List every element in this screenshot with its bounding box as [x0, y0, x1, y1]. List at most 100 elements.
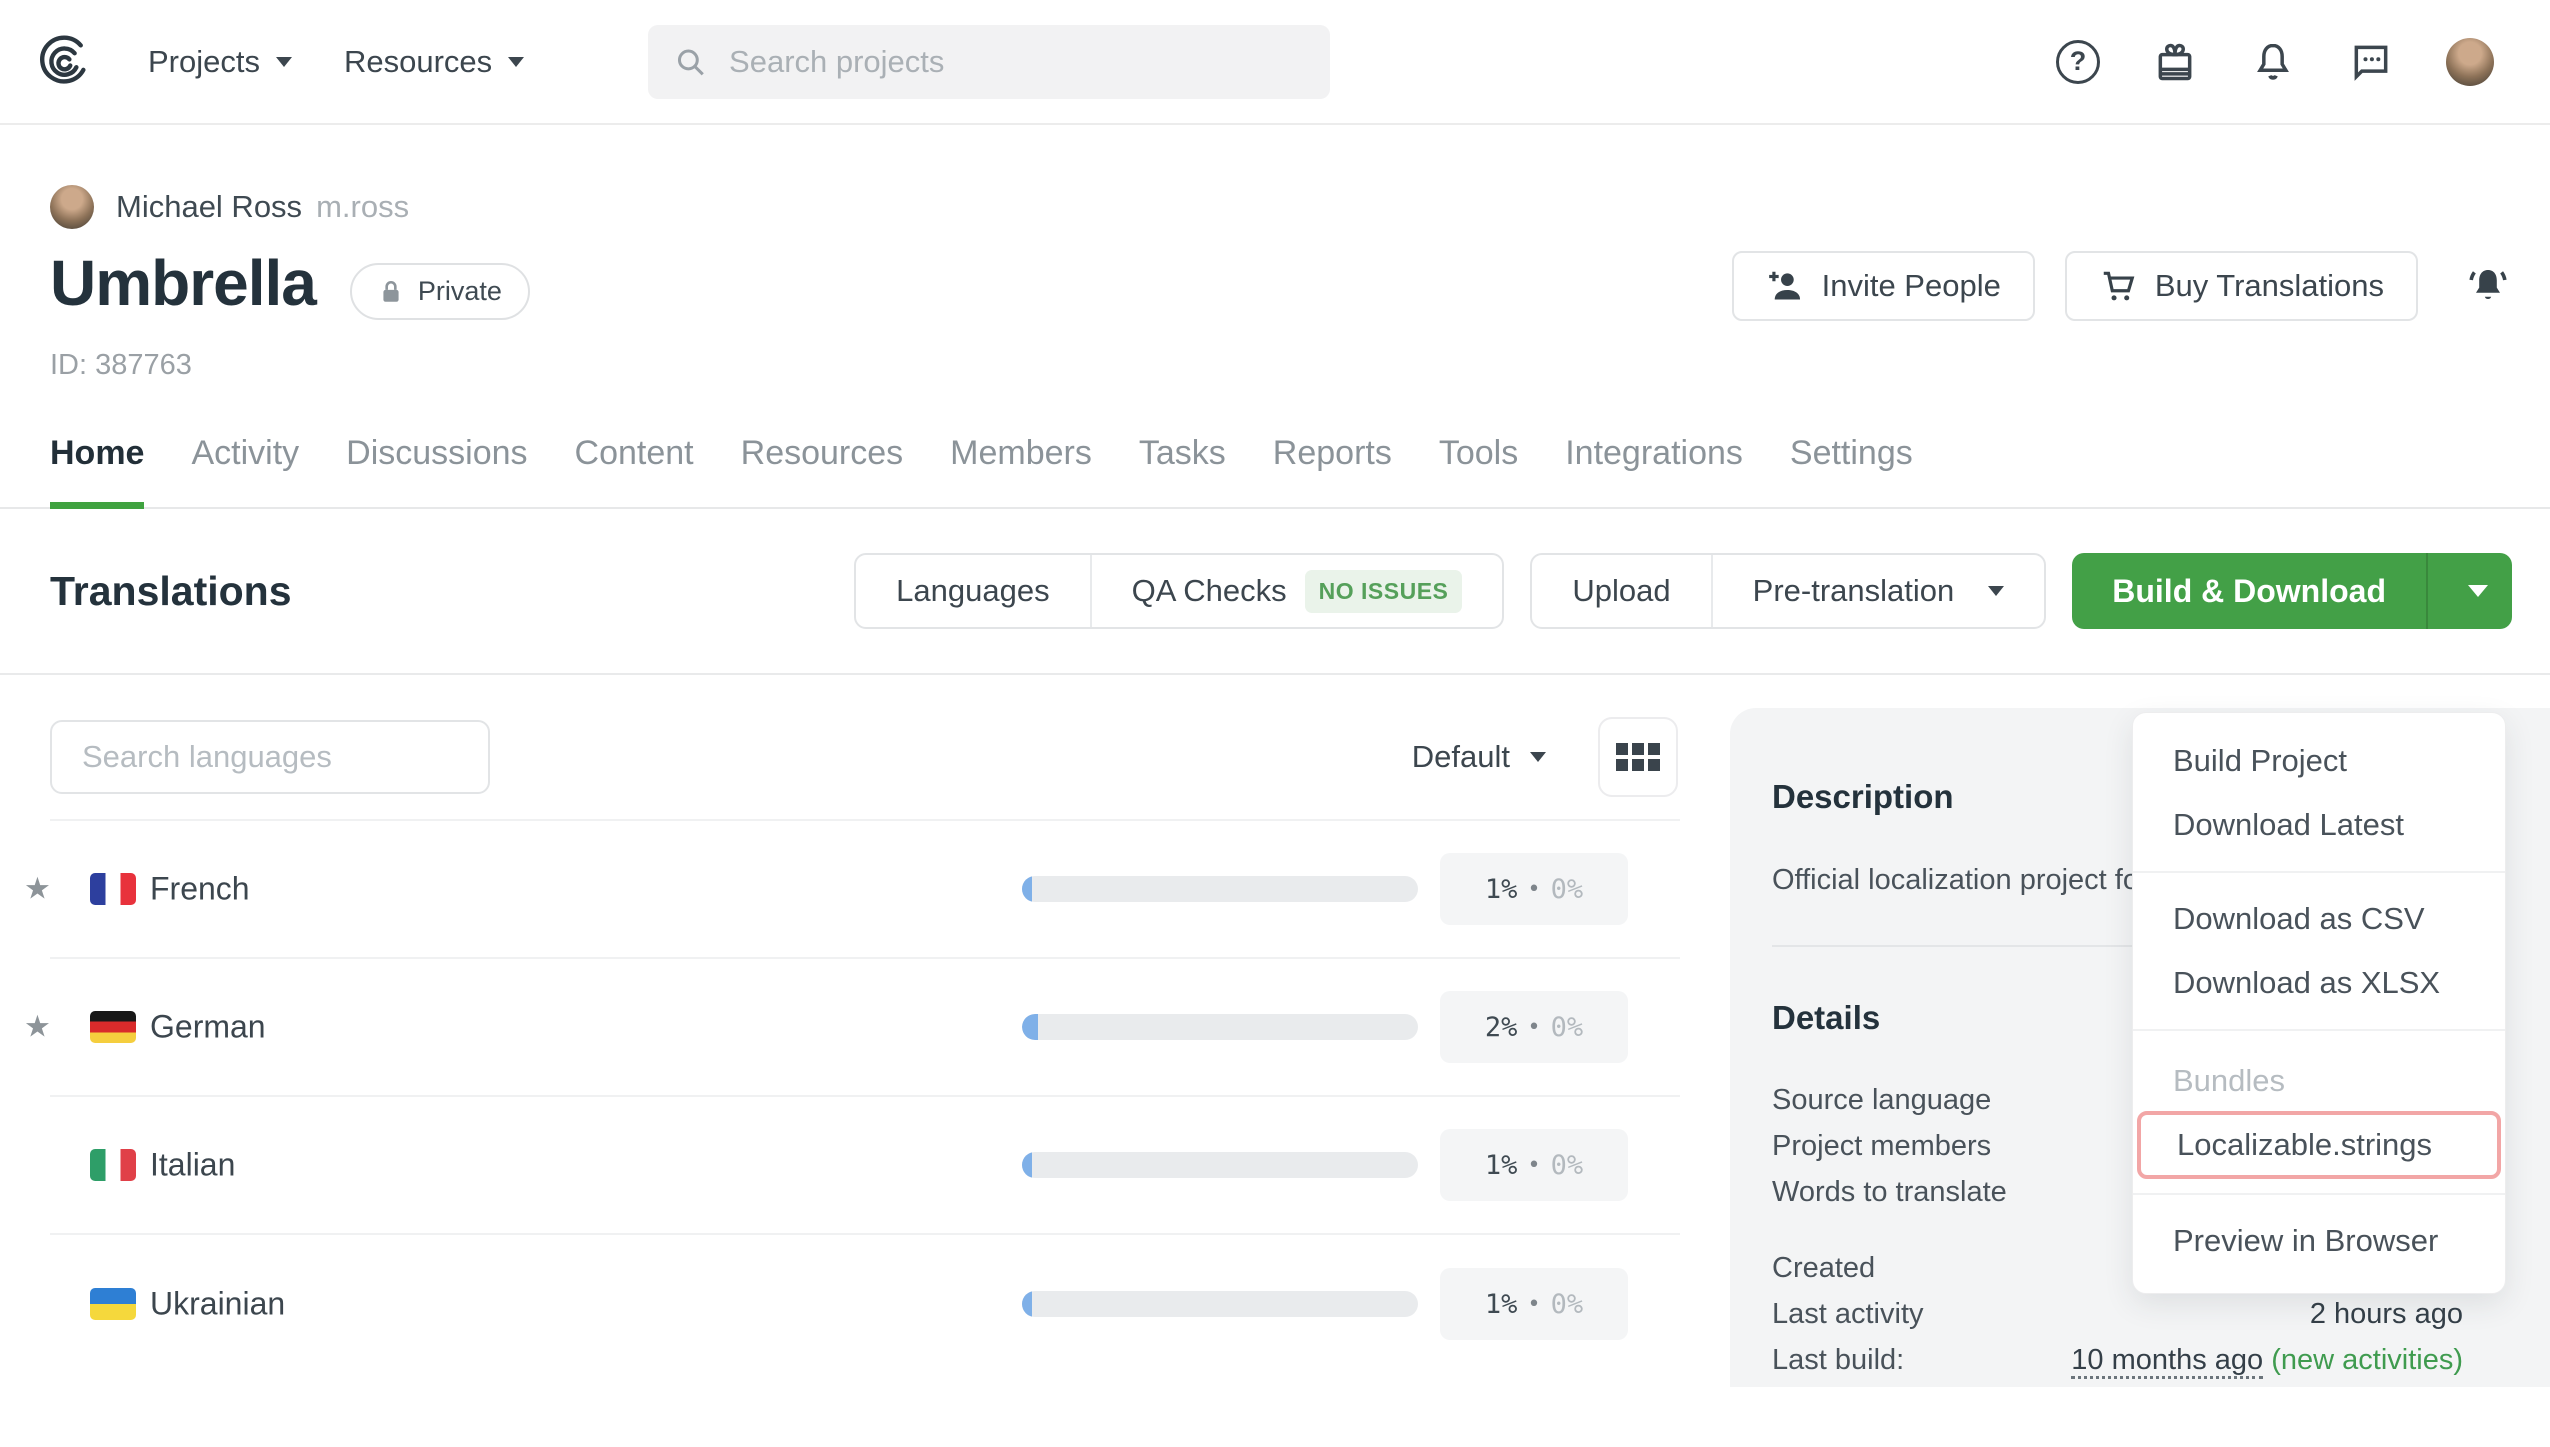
buy-translations-button[interactable]: Buy Translations [2065, 251, 2418, 321]
upload-button[interactable]: Upload [1532, 555, 1710, 627]
bell-icon[interactable] [2250, 39, 2296, 85]
project-notifications-bell-icon[interactable] [2464, 262, 2512, 310]
language-row-german[interactable]: ★ German 2% • 0% [50, 959, 1680, 1097]
tab-reports[interactable]: Reports [1273, 434, 1392, 507]
detail-label: Project members [1772, 1123, 1991, 1169]
separator-dot: • [1527, 1292, 1540, 1317]
progress-fill [1022, 1291, 1032, 1317]
tab-discussions[interactable]: Discussions [346, 434, 527, 507]
upload-label: Upload [1572, 573, 1670, 609]
nav-icons: ? [2056, 38, 2494, 86]
search-icon [674, 44, 707, 80]
tab-resources[interactable]: Resources [741, 434, 904, 507]
language-name[interactable]: French [150, 871, 250, 908]
star-icon[interactable]: ★ [24, 1010, 51, 1045]
translations-heading: Translations [50, 568, 292, 615]
global-search[interactable] [648, 25, 1330, 99]
tab-content[interactable]: Content [575, 434, 694, 507]
translated-percent: 1% [1485, 1150, 1518, 1181]
lock-icon [378, 279, 404, 305]
menu-item-localizable-strings[interactable]: Localizable.strings [2141, 1115, 2497, 1175]
menu-divider [2133, 1193, 2505, 1195]
tab-settings[interactable]: Settings [1790, 434, 1913, 507]
crowdin-project-page: Projects Resources ? [0, 0, 2550, 1447]
language-name[interactable]: Ukrainian [150, 1286, 285, 1323]
header-actions: Invite People Buy Translations [1732, 251, 2512, 321]
nav-resources-label: Resources [344, 44, 492, 80]
chevron-down-icon [1988, 586, 2004, 596]
build-and-download-label: Build & Download [2112, 573, 2386, 610]
detail-row-last-activity: Last activity 2 hours ago [1772, 1291, 2463, 1337]
privacy-badge: Private [350, 263, 530, 320]
approved-percent: 0% [1551, 874, 1584, 905]
crowdin-logo-icon[interactable] [34, 34, 96, 90]
tab-tools[interactable]: Tools [1439, 434, 1518, 507]
qa-checks-button[interactable]: QA Checks NO ISSUES [1090, 555, 1503, 627]
pretranslation-button[interactable]: Pre-translation [1711, 555, 2045, 627]
nav-projects-label: Projects [148, 44, 260, 80]
detail-value: 2 hours ago [2310, 1291, 2463, 1337]
language-name[interactable]: Italian [150, 1147, 235, 1184]
nav-projects-menu[interactable]: Projects [148, 44, 292, 80]
progress-stats-badge: 1% • 0% [1440, 1268, 1628, 1340]
tab-integrations[interactable]: Integrations [1565, 434, 1743, 507]
owner-name[interactable]: Michael Ross [116, 189, 302, 225]
menu-item-build-project[interactable]: Build Project [2133, 729, 2505, 793]
languages-button[interactable]: Languages [856, 555, 1089, 627]
grid-view-button[interactable] [1598, 717, 1678, 797]
tab-activity[interactable]: Activity [191, 434, 299, 507]
progress-stats-badge: 1% • 0% [1440, 1129, 1628, 1201]
gift-icon[interactable] [2152, 39, 2198, 85]
invite-people-button[interactable]: Invite People [1732, 251, 2035, 321]
page-title: Umbrella [50, 251, 316, 315]
invite-people-label: Invite People [1822, 268, 2001, 304]
menu-item-download-csv[interactable]: Download as CSV [2133, 887, 2505, 951]
project-header: Michael Ross m.ross Umbrella Private [0, 185, 2550, 382]
view-preset-selector[interactable]: Default [1412, 739, 1546, 775]
chat-icon[interactable] [2348, 39, 2394, 85]
language-row-ukrainian[interactable]: Ukrainian 1% • 0% [50, 1235, 1680, 1373]
owner-avatar[interactable] [50, 185, 94, 229]
separator-dot: • [1527, 1153, 1540, 1178]
translations-toolbar: Languages QA Checks NO ISSUES Upload Pre… [854, 553, 2512, 629]
progress-fill [1022, 876, 1032, 902]
new-activities-link[interactable]: (new activities) [2271, 1344, 2463, 1376]
menu-section-bundles: Bundles [2133, 1045, 2505, 1105]
progress-bar [1022, 1152, 1418, 1178]
language-row-italian[interactable]: Italian 1% • 0% [50, 1097, 1680, 1235]
build-dropdown-toggle[interactable] [2426, 553, 2512, 629]
progress-bar [1022, 1291, 1418, 1317]
detail-row-last-build: Last build: 10 months ago (new activitie… [1772, 1337, 2463, 1383]
build-and-download-button[interactable]: Build & Download [2072, 553, 2426, 629]
detail-label: Last activity [1772, 1291, 1924, 1337]
languages-column: Default ★ French [0, 675, 1730, 1373]
tab-tasks[interactable]: Tasks [1139, 434, 1226, 507]
tab-home[interactable]: Home [50, 434, 144, 507]
approved-percent: 0% [1551, 1012, 1584, 1043]
ukrainian-flag-icon [90, 1288, 136, 1320]
menu-item-preview-in-browser[interactable]: Preview in Browser [2133, 1209, 2505, 1273]
progress-fill [1022, 1014, 1038, 1040]
last-build-link[interactable]: 10 months ago [2071, 1344, 2263, 1379]
search-projects-input[interactable] [729, 44, 1304, 80]
progress-fill [1022, 1152, 1032, 1178]
help-icon[interactable]: ? [2056, 40, 2100, 84]
language-name[interactable]: German [150, 1009, 266, 1046]
tab-members[interactable]: Members [950, 434, 1092, 507]
chevron-down-icon [276, 57, 292, 67]
menu-item-download-latest[interactable]: Download Latest [2133, 793, 2505, 857]
chevron-down-icon [2468, 585, 2488, 597]
star-icon[interactable]: ★ [24, 872, 51, 907]
menu-item-download-xlsx[interactable]: Download as XLSX [2133, 951, 2505, 1015]
privacy-label: Private [418, 276, 502, 307]
top-nav: Projects Resources ? [0, 0, 2550, 125]
progress-bar [1022, 876, 1418, 902]
menu-divider [2133, 1029, 2505, 1031]
search-languages-input[interactable] [50, 720, 490, 794]
separator-dot: • [1527, 877, 1540, 902]
user-avatar[interactable] [2446, 38, 2494, 86]
pretranslation-label: Pre-translation [1753, 573, 1955, 609]
language-row-french[interactable]: ★ French 1% • 0% [50, 821, 1680, 959]
nav-resources-menu[interactable]: Resources [344, 44, 524, 80]
person-plus-icon [1766, 267, 1804, 305]
